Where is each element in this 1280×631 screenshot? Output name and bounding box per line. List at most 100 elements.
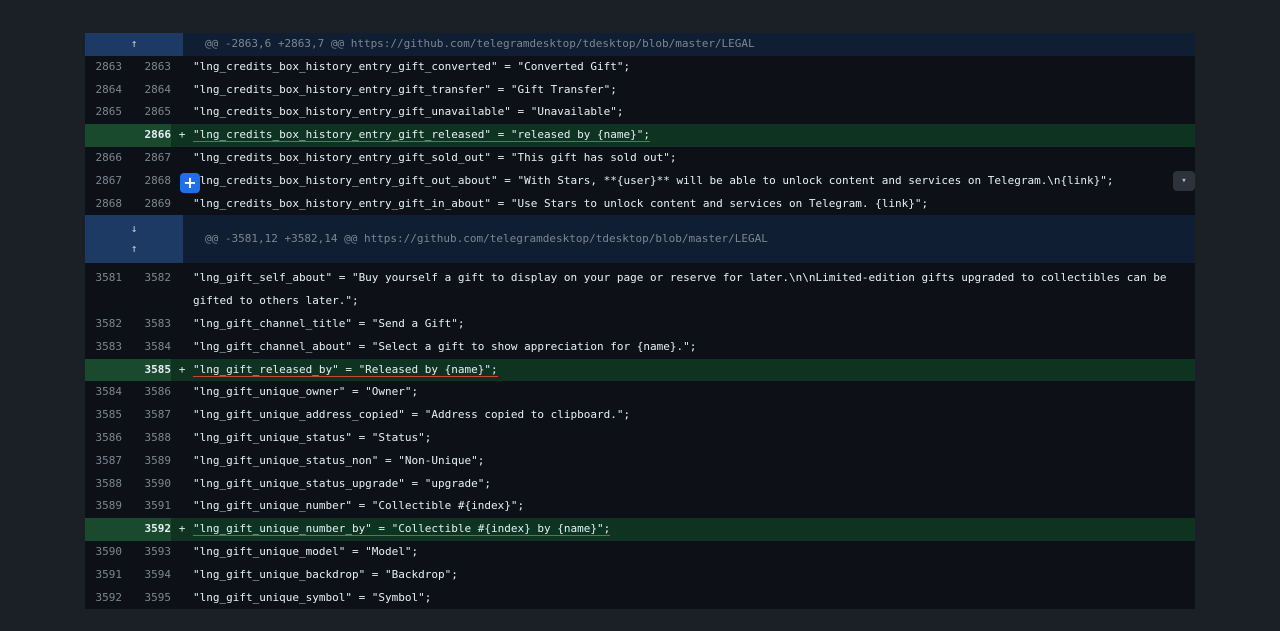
new-line-number[interactable]: 3594 xyxy=(122,564,172,587)
new-line-number[interactable]: 3593 xyxy=(122,541,172,564)
old-line-number[interactable]: 3592 xyxy=(85,587,123,610)
new-line-number[interactable]: 3585 xyxy=(122,358,171,382)
diff-row: 3586 3588 "lng_gift_unique_status" = "St… xyxy=(85,426,1195,450)
collapse-button[interactable]: ▾ xyxy=(1173,170,1195,191)
old-line-number[interactable]: 3587 xyxy=(85,450,123,473)
old-line-number[interactable] xyxy=(85,124,122,147)
diff-marker: + xyxy=(178,128,186,142)
new-line-number[interactable]: 3584 xyxy=(122,336,172,359)
new-line-number[interactable]: 2868 xyxy=(122,170,172,193)
old-line-number[interactable]: 3588 xyxy=(85,473,123,496)
code-line: "lng_credits_box_history_entry_gift_out_… xyxy=(193,173,1114,187)
new-line-number[interactable]: 3586 xyxy=(122,381,172,404)
code-line: "lng_gift_self_about" = "Buy yourself a … xyxy=(193,271,1167,308)
old-line-number[interactable]: 3584 xyxy=(85,381,123,404)
expand-up-icon[interactable]: ↑ xyxy=(131,243,138,255)
code-line: "lng_credits_box_history_entry_gift_rele… xyxy=(193,128,650,143)
diff-row: 3584 3586 "lng_gift_unique_owner" = "Own… xyxy=(85,381,1195,405)
new-line-number[interactable]: 3589 xyxy=(122,450,172,473)
diff-row-added: 2866 + "lng_credits_box_history_entry_gi… xyxy=(85,124,1195,147)
diff-marker xyxy=(171,564,193,587)
old-line-number[interactable]: 2865 xyxy=(85,101,123,124)
new-line-number[interactable]: 3588 xyxy=(122,427,172,450)
diff-marker xyxy=(171,267,193,313)
diff-marker xyxy=(171,473,193,496)
code-line: "lng_gift_unique_number" = "Collectible … xyxy=(193,499,525,513)
code-line: "lng_gift_unique_address_copied" = "Addr… xyxy=(193,408,631,422)
diff-marker xyxy=(171,101,193,124)
diff-marker xyxy=(171,79,193,102)
diff-row: 3583 3584 "lng_gift_channel_about" = "Se… xyxy=(85,335,1195,359)
old-line-number[interactable]: 3581 xyxy=(85,267,123,313)
diff-marker xyxy=(171,56,193,79)
old-line-number[interactable]: 3582 xyxy=(85,313,123,336)
diff-row: 2867 2868 "lng_credits_box_history_entry… xyxy=(85,169,1195,193)
code-line: "lng_gift_unique_status" = "Status"; xyxy=(193,430,432,444)
new-line-number[interactable]: 3591 xyxy=(122,495,172,518)
code-line: "lng_gift_unique_symbol" = "Symbol"; xyxy=(193,590,432,604)
diff-row: 3591 3594 "lng_gift_unique_backdrop" = "… xyxy=(85,563,1195,587)
diff-marker xyxy=(171,336,193,359)
hunk-header-text: @@ -2863,6 +2863,7 @@ https://github.com… xyxy=(205,37,755,50)
code-line: "lng_credits_box_history_entry_gift_conv… xyxy=(193,59,631,73)
diff-row: 2864 2864 "lng_credits_box_history_entry… xyxy=(85,78,1195,102)
old-line-number[interactable]: 2868 xyxy=(85,193,123,216)
code-line: "lng_credits_box_history_entry_gift_tran… xyxy=(193,82,617,96)
diff-row: 3582 3583 "lng_gift_channel_title" = "Se… xyxy=(85,312,1195,336)
diff-row: 3590 3593 "lng_gift_unique_model" = "Mod… xyxy=(85,540,1195,564)
old-line-number[interactable]: 3589 xyxy=(85,495,123,518)
diff-row: 2863 2863 "lng_credits_box_history_entry… xyxy=(85,55,1195,79)
old-line-number[interactable]: 3586 xyxy=(85,427,123,450)
new-line-number[interactable]: 2867 xyxy=(122,147,172,170)
add-comment-button[interactable]: + xyxy=(180,172,200,193)
old-line-number[interactable]: 3583 xyxy=(85,336,123,359)
code-line: "lng_credits_box_history_entry_gift_sold… xyxy=(193,150,677,164)
code-line: "lng_gift_unique_model" = "Model"; xyxy=(193,544,419,558)
old-line-number[interactable]: 2867 xyxy=(85,170,123,193)
expand-up-button[interactable]: ↑ xyxy=(85,33,183,56)
new-line-number[interactable]: 3595 xyxy=(122,587,172,610)
expand-up-icon: ↑ xyxy=(130,37,138,51)
code-line: "lng_gift_unique_status_non" = "Non-Uniq… xyxy=(193,453,485,467)
diff-marker xyxy=(171,541,193,564)
old-line-number[interactable] xyxy=(85,518,122,541)
new-line-number[interactable]: 2869 xyxy=(122,193,172,216)
code-line: "lng_gift_channel_title" = "Send a Gift"… xyxy=(193,316,465,330)
expand-buttons[interactable]: ↓ ↑ xyxy=(85,215,183,264)
new-line-number[interactable]: 3587 xyxy=(122,404,172,427)
chevron-down-icon: ▾ xyxy=(1181,175,1187,186)
new-line-number[interactable]: 3583 xyxy=(122,313,172,336)
code-line: "lng_gift_released_by" = "Released by {n… xyxy=(193,362,498,377)
old-line-number[interactable]: 3585 xyxy=(85,404,123,427)
code-line: "lng_gift_unique_backdrop" = "Backdrop"; xyxy=(193,567,458,581)
diff-marker xyxy=(171,147,193,170)
new-line-number[interactable]: 3592 xyxy=(122,518,171,541)
diff-marker: + xyxy=(178,522,186,536)
plus-icon: + xyxy=(183,172,197,192)
new-line-number[interactable]: 2864 xyxy=(122,79,172,102)
new-line-number[interactable]: 3590 xyxy=(122,473,172,496)
code-line: "lng_gift_channel_about" = "Select a gif… xyxy=(193,339,697,353)
new-line-number[interactable]: 2865 xyxy=(122,101,172,124)
old-line-number[interactable]: 3590 xyxy=(85,541,123,564)
diff-row: 2868 2869 "lng_credits_box_history_entry… xyxy=(85,192,1195,216)
hunk-header-text: @@ -3581,12 +3582,14 @@ https://github.c… xyxy=(205,232,768,246)
old-line-number[interactable] xyxy=(85,358,122,382)
diff-row: 3581 3582 "lng_gift_self_about" = "Buy y… xyxy=(85,267,1195,313)
diff-marker xyxy=(171,587,193,610)
hunk-header: ↓ ↑ @@ -3581,12 +3582,14 @@ https://gith… xyxy=(85,215,1195,264)
new-line-number[interactable]: 3582 xyxy=(122,267,172,313)
diff-row-added: 3585 + "lng_gift_released_by" = "Release… xyxy=(85,358,1195,382)
diff-marker xyxy=(171,313,193,336)
new-line-number[interactable]: 2866 xyxy=(122,124,171,147)
new-line-number[interactable]: 2863 xyxy=(122,56,172,79)
old-line-number[interactable]: 2864 xyxy=(85,79,123,102)
diff-marker xyxy=(171,404,193,427)
diff-row: 3589 3591 "lng_gift_unique_number" = "Co… xyxy=(85,495,1195,519)
diff-row-added: 3592 + "lng_gift_unique_number_by" = "Co… xyxy=(85,518,1195,541)
old-line-number[interactable]: 3591 xyxy=(85,564,123,587)
diff-marker xyxy=(171,381,193,404)
old-line-number[interactable]: 2866 xyxy=(85,147,123,170)
expand-down-icon[interactable]: ↓ xyxy=(131,223,138,235)
old-line-number[interactable]: 2863 xyxy=(85,56,123,79)
